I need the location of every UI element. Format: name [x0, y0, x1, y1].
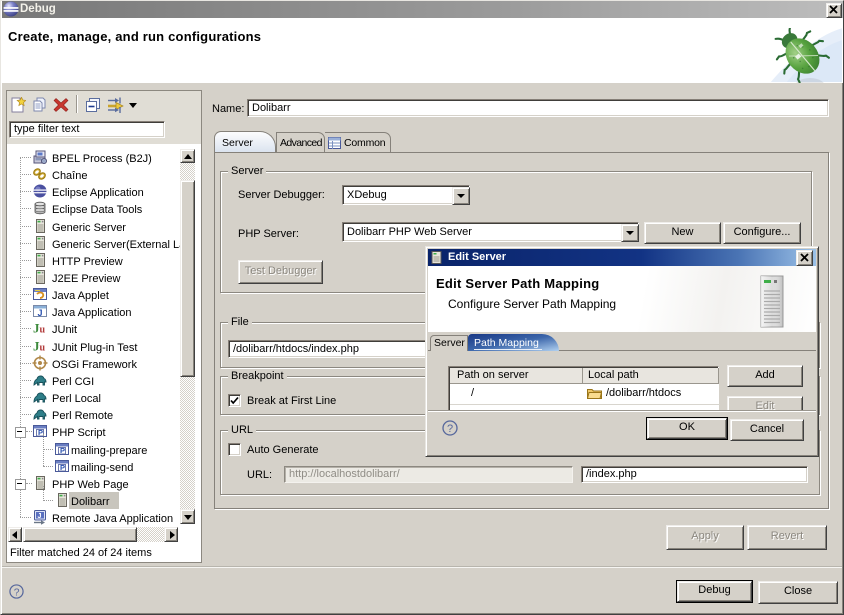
svg-text:?: ? — [447, 423, 453, 435]
svg-text:?: ? — [14, 587, 20, 598]
